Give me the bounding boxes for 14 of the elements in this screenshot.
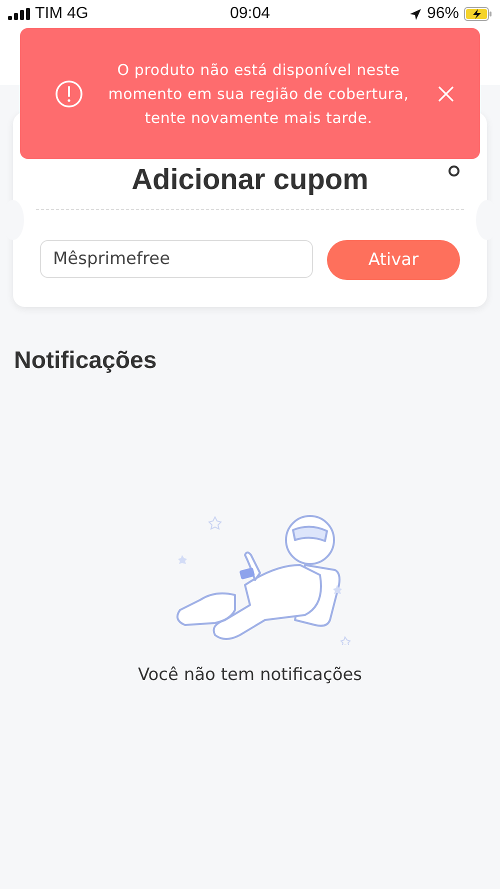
toast-message: O produto não está disponível neste momento em sua região de cobertura, tente novamente mais tarde. bbox=[107, 60, 410, 128]
battery-percent: 96% bbox=[426, 5, 459, 23]
alert-icon bbox=[55, 80, 83, 108]
battery-charging-icon bbox=[464, 7, 492, 21]
section-title: Notificações bbox=[14, 347, 158, 375]
signal-icon bbox=[8, 8, 30, 20]
coupon-title: Adicionar cupom bbox=[132, 164, 368, 197]
close-icon bbox=[438, 86, 454, 102]
carrier-text: TIM 4G bbox=[35, 5, 88, 23]
ring-icon bbox=[448, 165, 460, 177]
coupon-input[interactable]: Mêsprimefree bbox=[40, 240, 313, 278]
empty-message: Você não tem notificações bbox=[138, 665, 362, 685]
location-arrow-icon bbox=[408, 8, 422, 20]
clock-text: 09:04 bbox=[230, 5, 270, 23]
